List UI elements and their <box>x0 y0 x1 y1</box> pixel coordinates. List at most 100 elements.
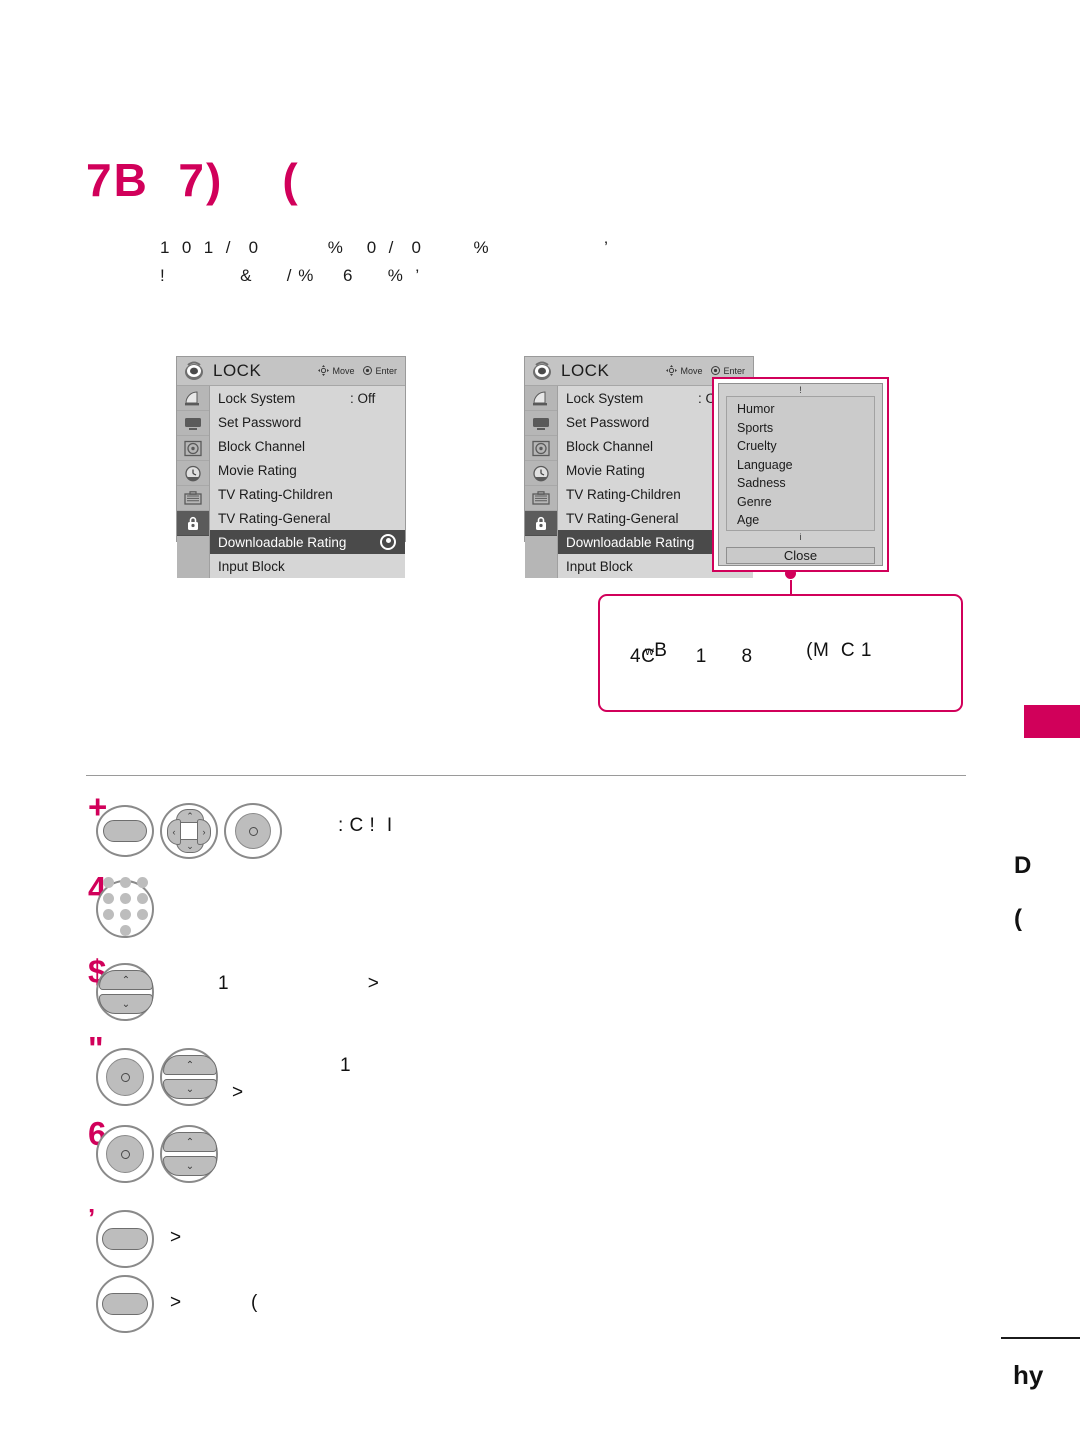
keypad-key[interactable] <box>102 909 114 920</box>
keypad-key[interactable] <box>119 925 131 936</box>
keypad-key[interactable] <box>136 909 148 920</box>
osd-row-label: TV Rating-General <box>566 510 679 526</box>
exit-button[interactable] <box>96 1275 154 1333</box>
osd-title: LOCK <box>213 361 262 380</box>
dpad-right-icon[interactable]: › <box>197 819 211 845</box>
updown-cluster: ⌃ ⌄ <box>163 1055 217 1099</box>
list-item[interactable]: Sadness <box>727 474 874 493</box>
step-text-1: : C ! I <box>338 815 393 836</box>
footer-rule <box>1001 1337 1080 1339</box>
popup-inner-panel: ! Humor Sports Cruelty Language Sadness … <box>718 383 883 566</box>
dpad-cluster: ⌃ ⌄ ‹ › <box>167 809 211 853</box>
osd-row-tv-rating-general[interactable]: TV Rating-General <box>210 506 405 530</box>
step-text-4a: 1 <box>340 1055 352 1076</box>
hint-enter-label: Enter <box>723 366 745 376</box>
up-arrow-icon[interactable]: ⌃ <box>99 970 153 990</box>
osd-row-label: Movie Rating <box>566 462 645 478</box>
updown-button[interactable]: ⌃ ⌄ <box>96 963 154 1021</box>
rail-icon-lock-icon[interactable] <box>177 511 209 536</box>
popup-rating-list: Humor Sports Cruelty Language Sadness Ge… <box>726 396 875 531</box>
rail-icon-tv-monitor-icon[interactable] <box>525 411 557 436</box>
list-item[interactable]: Language <box>727 456 874 475</box>
rail-icon-lock-icon[interactable] <box>525 511 557 536</box>
menu-button[interactable] <box>96 805 154 857</box>
keypad-key[interactable] <box>136 877 148 888</box>
rail-icon-setup-case-icon[interactable] <box>177 486 209 511</box>
up-arrow-icon[interactable]: ⌃ <box>163 1055 217 1075</box>
list-item[interactable]: Age <box>727 511 874 530</box>
updown-cluster: ⌃ ⌄ <box>163 1132 217 1176</box>
number-keypad-button[interactable] <box>96 877 154 938</box>
rail-icon-tv-monitor-icon[interactable] <box>177 411 209 436</box>
osd-row-block-channel[interactable]: Block Channel <box>210 434 405 458</box>
osd-title: LOCK <box>561 361 610 380</box>
step-text-7: > ( <box>170 1292 258 1313</box>
updown-cluster: ⌃ ⌄ <box>99 970 153 1014</box>
down-arrow-icon[interactable]: ⌄ <box>99 994 153 1014</box>
osd-row-downloadable-rating[interactable]: Downloadable Rating <box>210 530 405 554</box>
keypad-key[interactable] <box>119 893 131 904</box>
osd-row-set-password[interactable]: Set Password <box>210 410 405 434</box>
dpad-icon <box>318 364 330 378</box>
ok-button[interactable] <box>224 803 282 859</box>
dpad-icon <box>666 364 678 378</box>
step-text-4b: > <box>232 1082 244 1103</box>
page-number: hy <box>1013 1360 1044 1390</box>
hint-move-label: Move <box>680 366 703 376</box>
list-item[interactable]: Sports <box>727 419 874 438</box>
rail-icon-setup-case-icon[interactable] <box>525 486 557 511</box>
osd-row-movie-rating[interactable]: Movie Rating <box>210 458 405 482</box>
rail-icon-satellite-dish-icon[interactable] <box>177 386 209 411</box>
rail-icon-satellite-dish-icon[interactable] <box>525 386 557 411</box>
osd-row-label: TV Rating-Children <box>218 486 333 502</box>
osd-category-rail <box>525 386 558 578</box>
osd-row-label: Input Block <box>566 558 633 574</box>
keypad-key[interactable] <box>102 893 114 904</box>
hint-enter: Enter <box>363 365 397 377</box>
dpad-left-icon[interactable]: ‹ <box>167 819 181 845</box>
step-text-3: 1 > <box>218 973 380 994</box>
lock-menu-icon <box>177 358 211 384</box>
list-item[interactable]: Cruelty <box>727 437 874 456</box>
hint-enter-label: Enter <box>375 366 397 376</box>
down-arrow-icon[interactable]: ⌄ <box>163 1156 217 1176</box>
page-edge-tab <box>1024 705 1080 738</box>
step-text-6: > <box>170 1227 182 1248</box>
down-arrow-icon[interactable]: ⌄ <box>163 1079 217 1099</box>
rail-icon-clock-icon[interactable] <box>177 461 209 486</box>
osd-row-list: Lock System : Off Set Password Block Cha… <box>210 386 405 578</box>
rail-icon-audio-disc-icon[interactable] <box>177 436 209 461</box>
rail-icon-clock-icon[interactable] <box>525 461 557 486</box>
osd-row-label: Lock System <box>218 390 296 406</box>
keypad-key[interactable] <box>119 877 131 888</box>
keypad-key[interactable] <box>102 877 114 888</box>
osd-row-label: Set Password <box>566 414 650 430</box>
osd-row-value: : Off <box>350 390 376 406</box>
rail-icon-audio-disc-icon[interactable] <box>525 436 557 461</box>
osd-row-tv-rating-children[interactable]: TV Rating-Children <box>210 482 405 506</box>
ok-button[interactable] <box>96 1125 154 1183</box>
updown-button[interactable]: ⌃ ⌄ <box>160 1125 218 1183</box>
keypad-key[interactable] <box>119 909 131 920</box>
keypad-key[interactable] <box>136 893 148 904</box>
callout-note-box: wB (M C 1 4C 1 8 <box>598 594 963 712</box>
osd-row-lock-system[interactable]: Lock System : Off <box>210 386 405 410</box>
ok-button[interactable] <box>96 1048 154 1106</box>
osd-row-label: Downloadable Rating <box>218 534 347 550</box>
osd-body: Lock System : Off Set Password Block Cha… <box>177 386 405 578</box>
close-button[interactable]: Close <box>726 546 875 564</box>
dpad-button[interactable]: ⌃ ⌄ ‹ › <box>160 803 218 859</box>
osd-row-input-block[interactable]: Input Block <box>210 554 405 578</box>
osd-row-label: Block Channel <box>218 438 306 454</box>
up-arrow-icon[interactable]: ⌃ <box>163 1132 217 1152</box>
downloadable-rating-popup: ! Humor Sports Cruelty Language Sadness … <box>712 377 889 572</box>
osd-category-rail <box>177 386 210 578</box>
list-item[interactable]: Humor <box>727 400 874 419</box>
enter-icon <box>711 365 721 377</box>
intro-paragraph-line-1: 1 0 1 / 0 % 0 / 0 % ’ <box>160 238 609 257</box>
updown-button[interactable]: ⌃ ⌄ <box>160 1048 218 1106</box>
step-number-6: ’ <box>88 1203 96 1233</box>
list-item[interactable]: Genre <box>727 493 874 512</box>
menu-button[interactable] <box>96 1210 154 1268</box>
page-title: 7B 7) ( <box>86 154 300 206</box>
